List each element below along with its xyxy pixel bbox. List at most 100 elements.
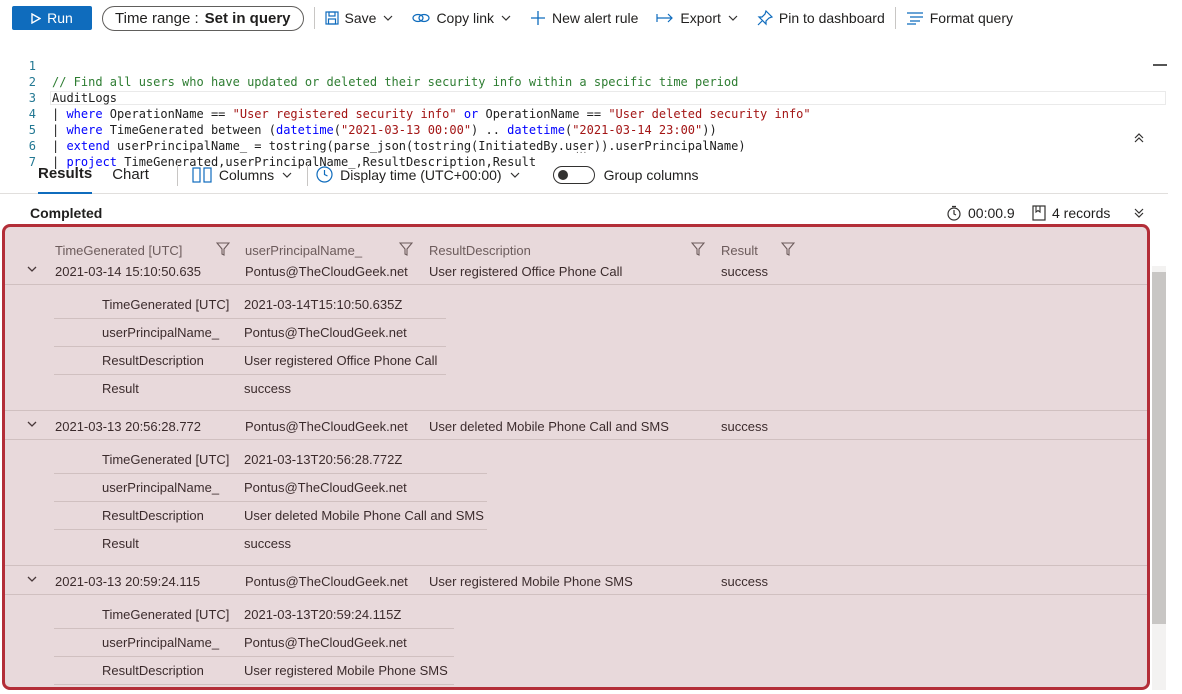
time-range-picker[interactable]: Time range : Set in query: [102, 5, 304, 31]
detail-divider: [54, 473, 487, 474]
chevron-down-icon: [384, 15, 393, 21]
scrollbar-thumb[interactable]: [1152, 272, 1166, 624]
row-divider: [2, 284, 1148, 285]
filter-icon[interactable]: [216, 242, 230, 256]
code-pipe: |: [52, 123, 67, 137]
run-button[interactable]: Run: [12, 6, 92, 30]
filter-icon[interactable]: [691, 242, 705, 256]
row-user: Pontus@TheCloudGeek.net: [245, 574, 408, 589]
pin-label: Pin to dashboard: [778, 10, 885, 26]
row-divider: [2, 439, 1148, 440]
detail-value: Pontus@TheCloudGeek.net: [244, 635, 407, 650]
code-string: "2021-03-13 00:00": [341, 123, 472, 137]
command-toolbar: Run Time range : Set in query Save Copy …: [0, 0, 1182, 36]
clock-icon: [316, 166, 333, 183]
detail-value: Pontus@TheCloudGeek.net: [244, 325, 407, 340]
detail-divider: [54, 684, 454, 685]
display-time-label: Display time (UTC+00:00): [340, 166, 502, 183]
tab-chart[interactable]: Chart: [112, 156, 149, 194]
query-status-row: Completed 00:00.9 4 records: [0, 200, 1168, 226]
code-text: userPrincipalName_ = tostring(parse_json…: [109, 139, 746, 153]
filter-icon[interactable]: [781, 242, 795, 256]
format-lines-icon: [906, 12, 923, 25]
row-divider: [2, 410, 1148, 411]
code-comment: // Find all users who have updated or de…: [52, 75, 739, 89]
format-query-button[interactable]: Format query: [906, 10, 1013, 26]
row-collapse-chevron-icon[interactable]: [27, 419, 37, 429]
export-button[interactable]: Export: [656, 10, 738, 26]
editor-line: 7: [0, 138, 36, 169]
resize-handle[interactable]: ...: [576, 145, 587, 156]
columns-label: Columns: [218, 166, 275, 183]
row-result: success: [721, 419, 768, 434]
tab-results[interactable]: Results: [38, 156, 93, 194]
record-count: 4 records: [1032, 205, 1110, 221]
code-text: ) ..: [471, 123, 508, 137]
detail-label: Result: [102, 536, 139, 551]
column-header-userprincipalname[interactable]: userPrincipalName_: [245, 240, 362, 260]
display-time-button[interactable]: Display time (UTC+00:00): [316, 166, 520, 183]
records-icon: [1032, 205, 1046, 221]
minimap-marker: [1153, 64, 1167, 66]
code-text: | extend userPrincipalName_ = tostring(p…: [52, 138, 746, 154]
editor-line: 3 | where OperationName == "User registe…: [0, 74, 811, 121]
current-line-highlight: [50, 91, 1166, 105]
save-label: Save: [344, 10, 377, 26]
detail-label: userPrincipalName_: [102, 635, 220, 650]
save-button[interactable]: Save: [324, 10, 395, 26]
editor-line: 4 | where TimeGenerated between (datetim…: [0, 90, 717, 137]
code-string: "User registered security info": [232, 107, 457, 121]
detail-value: 2021-03-14T15:10:50.635Z: [244, 297, 403, 312]
code-function: datetime: [507, 123, 565, 137]
results-grid: TimeGenerated [UTC] userPrincipalName_ R…: [2, 226, 1150, 692]
toolbar-separator: [313, 7, 315, 29]
copy-link-label: Copy link: [436, 10, 495, 26]
code-string: "2021-03-14 23:00": [572, 123, 703, 137]
duration-value: 00:00.9: [968, 205, 1015, 221]
results-separator: [307, 163, 309, 186]
row-time: 2021-03-13 20:56:28.772: [55, 419, 202, 434]
format-label: Format query: [929, 10, 1013, 26]
code-text: TimeGenerated between (: [102, 123, 276, 137]
row-description: User deleted Mobile Phone Call and SMS: [429, 419, 669, 434]
detail-label: ResultDescription: [102, 353, 204, 368]
chevron-down-icon: [510, 172, 519, 178]
detail-value: Pontus@TheCloudGeek.net: [244, 480, 407, 495]
code-keyword: where: [66, 107, 103, 121]
group-columns-toggle[interactable]: [552, 165, 595, 184]
query-editor[interactable]: 1 // Find all users who have updated or …: [0, 38, 1168, 169]
pin-to-dashboard-button[interactable]: Pin to dashboard: [757, 10, 885, 26]
detail-value: User deleted Mobile Phone Call and SMS: [244, 508, 484, 523]
editor-line: 1 // Find all users who have updated or …: [0, 42, 739, 89]
new-alert-rule-button[interactable]: New alert rule: [530, 10, 638, 26]
column-header-result[interactable]: Result: [721, 240, 758, 260]
detail-label: ResultDescription: [102, 508, 204, 523]
editor-line: 6 | project TimeGenerated,userPrincipalN…: [0, 122, 536, 169]
row-collapse-chevron-icon[interactable]: [27, 264, 37, 274]
records-value: 4 records: [1052, 205, 1111, 221]
editor-line: 2 AuditLogs: [0, 58, 117, 105]
code-keyword: extend: [66, 139, 110, 153]
detail-value: User registered Mobile Phone SMS: [244, 663, 448, 678]
detail-label: TimeGenerated [UTC]: [102, 452, 230, 467]
collapse-editor-icon[interactable]: [1133, 132, 1145, 144]
filter-icon[interactable]: [399, 242, 413, 256]
row-divider: [2, 565, 1148, 566]
column-header-resultdescription[interactable]: ResultDescription: [429, 240, 531, 260]
column-header-timegenerated[interactable]: TimeGenerated [UTC]: [55, 240, 182, 260]
row-collapse-chevron-icon[interactable]: [27, 574, 37, 584]
results-scrollbar[interactable]: [1152, 266, 1166, 690]
copy-link-button[interactable]: Copy link: [412, 10, 512, 26]
detail-label: userPrincipalName_: [102, 480, 220, 495]
detail-label: TimeGenerated [UTC]: [102, 607, 230, 622]
row-result: success: [721, 574, 768, 589]
completed-status: Completed: [30, 205, 103, 221]
detail-divider: [54, 656, 454, 657]
plus-icon: [531, 11, 546, 25]
code-text: OperationName ==: [102, 107, 233, 121]
detail-label: Result: [102, 381, 139, 396]
columns-button[interactable]: Columns: [192, 167, 293, 183]
expand-results-icon[interactable]: [1133, 207, 1145, 219]
code-keyword: or: [456, 107, 486, 121]
play-icon: [31, 12, 42, 24]
